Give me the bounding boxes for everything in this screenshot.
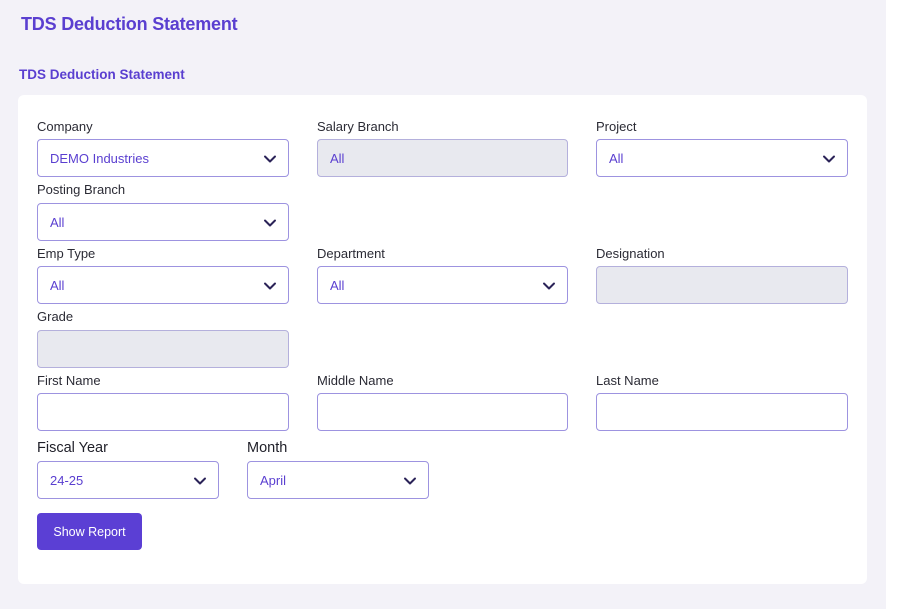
project-value: All (609, 151, 624, 166)
emp-type-select[interactable]: All (37, 266, 289, 304)
department-label: Department (317, 246, 385, 261)
chevron-down-icon (264, 219, 276, 227)
project-label: Project (596, 119, 637, 134)
chevron-down-icon (543, 282, 555, 290)
month-select[interactable]: April (247, 461, 429, 499)
last-name-label: Last Name (596, 373, 659, 388)
chevron-down-icon (194, 477, 206, 485)
grade-label: Grade (37, 309, 74, 324)
chevron-down-icon (823, 155, 835, 163)
company-label: Company (37, 119, 93, 134)
posting-branch-label: Posting Branch (37, 182, 126, 197)
fiscal-year-label: Fiscal Year (37, 440, 108, 456)
salary-branch-label: Salary Branch (317, 119, 399, 134)
first-name-label: First Name (37, 373, 101, 388)
chevron-down-icon (264, 282, 276, 290)
fiscal-year-value: 24-25 (50, 473, 84, 488)
company-select[interactable]: DEMO Industries (37, 139, 289, 177)
project-select[interactable]: All (596, 139, 848, 177)
middle-name-label: Middle Name (317, 373, 394, 388)
posting-branch-select[interactable]: All (37, 203, 289, 241)
middle-name-input[interactable] (317, 393, 568, 431)
designation-label: Designation (596, 246, 665, 261)
grade-select (37, 330, 289, 368)
right-edge-panel (886, 0, 916, 609)
posting-branch-value: All (50, 215, 65, 230)
fiscal-year-select[interactable]: 24-25 (37, 461, 219, 499)
designation-select (596, 266, 848, 304)
emp-type-label: Emp Type (37, 246, 96, 261)
first-name-input[interactable] (37, 393, 289, 431)
page-title: TDS Deduction Statement (21, 14, 238, 34)
salary-branch-select: All (317, 139, 568, 177)
last-name-input[interactable] (596, 393, 848, 431)
department-select[interactable]: All (317, 266, 568, 304)
section-title: TDS Deduction Statement (19, 67, 185, 82)
department-value: All (330, 278, 345, 293)
chevron-down-icon (264, 155, 276, 163)
emp-type-value: All (50, 278, 65, 293)
month-value: April (260, 473, 287, 488)
month-label: Month (247, 440, 288, 456)
show-report-button[interactable]: Show Report (37, 513, 142, 550)
filter-card: Company DEMO Industries Salary Branch Al… (18, 95, 867, 584)
salary-branch-value: All (330, 151, 345, 166)
company-value: DEMO Industries (50, 151, 149, 166)
chevron-down-icon (404, 477, 416, 485)
